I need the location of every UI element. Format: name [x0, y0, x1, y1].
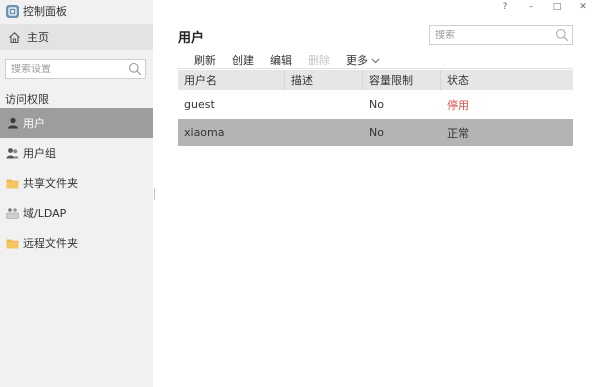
ldap-icon: [6, 207, 19, 220]
page-title: 用户: [178, 31, 205, 46]
search-icon[interactable]: [555, 28, 569, 42]
cell-quota: No: [369, 126, 384, 139]
cell-quota: No: [369, 98, 384, 111]
sidebar-item-users[interactable]: 用户: [0, 108, 153, 138]
chevron-down-icon: [371, 54, 380, 67]
column-header-status[interactable]: 状态: [441, 70, 573, 90]
sidebar: 控制面板 主页 访问权限 用户 用户组 共: [0, 0, 153, 387]
user-icon: [6, 117, 19, 130]
cell-username: guest: [184, 98, 215, 111]
sidebar-home-label: 主页: [27, 31, 49, 44]
sidebar-item-label: 域/LDAP: [23, 207, 67, 220]
settings-search[interactable]: [5, 59, 146, 79]
user-group-icon: [6, 147, 19, 160]
more-button[interactable]: 更多: [338, 52, 388, 68]
sidebar-item-user-groups[interactable]: 用户组: [0, 138, 153, 168]
settings-search-input[interactable]: [6, 63, 126, 75]
minimize-button[interactable]: –: [518, 1, 544, 13]
sidebar-nav: 用户 用户组 共享文件夹 域/LDAP 远程文件夹: [0, 108, 153, 258]
sidebar-item-ldap[interactable]: 域/LDAP: [0, 198, 153, 228]
folder-icon: [6, 237, 19, 250]
sidebar-home[interactable]: 主页: [0, 24, 153, 50]
sidebar-resize-handle[interactable]: [154, 188, 156, 200]
app-title-bar: 控制面板: [6, 3, 67, 19]
edit-button[interactable]: 编辑: [262, 52, 300, 68]
more-button-label: 更多: [346, 54, 368, 67]
user-search-input[interactable]: [430, 29, 550, 41]
users-table: 用户名 描述 容量限制 状态 guest No 停用 xiaoma No 正常: [178, 70, 573, 146]
sidebar-item-label: 远程文件夹: [23, 237, 78, 250]
sidebar-item-remote-folders[interactable]: 远程文件夹: [0, 228, 153, 258]
app-title: 控制面板: [23, 5, 67, 18]
user-search[interactable]: [429, 25, 573, 45]
sidebar-item-label: 用户: [23, 117, 45, 130]
table-row[interactable]: xiaoma No 正常: [178, 119, 573, 146]
column-header-quota[interactable]: 容量限制: [363, 70, 441, 90]
refresh-button[interactable]: 刷新: [178, 52, 224, 68]
help-button[interactable]: ?: [492, 1, 518, 13]
control-panel-logo-icon: [6, 4, 19, 18]
sidebar-item-label: 共享文件夹: [23, 177, 78, 190]
toolbar: 刷新 创建 编辑 删除 更多: [178, 52, 573, 69]
delete-button[interactable]: 删除: [300, 52, 338, 68]
home-icon: [8, 31, 21, 44]
create-button[interactable]: 创建: [224, 52, 262, 68]
cell-status: 停用: [447, 98, 469, 112]
table-header: 用户名 描述 容量限制 状态: [178, 70, 573, 90]
search-icon[interactable]: [128, 62, 142, 76]
cell-username: xiaoma: [184, 126, 225, 139]
folder-icon: [6, 177, 19, 190]
sidebar-item-shared-folders[interactable]: 共享文件夹: [0, 168, 153, 198]
maximize-button[interactable]: □: [544, 1, 570, 13]
sidebar-item-label: 用户组: [23, 147, 56, 160]
column-header-description[interactable]: 描述: [285, 70, 363, 90]
close-button[interactable]: ✕: [570, 1, 596, 13]
section-title-access: 访问权限: [5, 93, 49, 106]
table-row[interactable]: guest No 停用: [178, 90, 573, 119]
window-controls: ? – □ ✕: [492, 1, 596, 13]
column-header-username[interactable]: 用户名: [178, 70, 285, 90]
cell-status: 正常: [447, 126, 469, 140]
